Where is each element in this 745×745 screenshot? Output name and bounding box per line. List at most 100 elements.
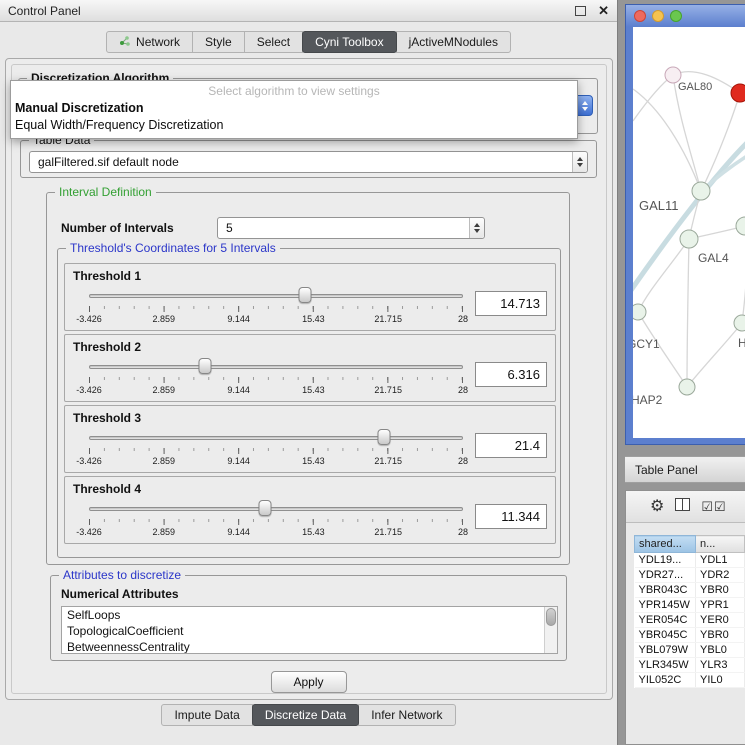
slider-track[interactable] xyxy=(89,507,463,511)
select-all-icon[interactable]: ☑☑ xyxy=(701,499,726,515)
table-cell[interactable]: YDL1 xyxy=(696,553,745,568)
table-cell[interactable]: YLR345W xyxy=(635,658,696,673)
scrollbar-thumb[interactable] xyxy=(546,608,556,626)
network-node[interactable] xyxy=(692,182,710,200)
table-cell[interactable]: YBR0 xyxy=(696,583,745,598)
threshold-2-slider[interactable]: -3.4262.8599.14415.4321.71528 xyxy=(89,357,463,399)
tab-impute-data[interactable]: Impute Data xyxy=(161,704,252,726)
threshold-1-value[interactable]: 14.713 xyxy=(475,291,547,316)
threshold-1-panel: Threshold 1 -3.4262.8599.14415.4321.7152… xyxy=(64,263,556,331)
tab-discretize-data[interactable]: Discretize Data xyxy=(252,704,359,726)
close-traffic-light[interactable] xyxy=(634,10,646,22)
list-item[interactable]: BetweennessCentrality xyxy=(62,639,557,654)
network-canvas[interactable]: GAL80GAL11GAL4GCY1HAP2H xyxy=(633,27,745,438)
table-cell[interactable]: YBL079W xyxy=(635,643,696,658)
combobox-value: 5 xyxy=(218,218,469,238)
network-node[interactable] xyxy=(679,379,695,395)
threshold-4-panel: Threshold 4 -3.4262.8599.14415.4321.7152… xyxy=(64,476,556,544)
table-cell[interactable]: YER0 xyxy=(696,613,745,628)
stepper-icon[interactable] xyxy=(469,218,484,238)
slider-thumb[interactable] xyxy=(258,500,271,516)
network-node[interactable] xyxy=(680,230,698,248)
tab-cyni-toolbox[interactable]: Cyni Toolbox xyxy=(302,31,396,53)
threshold-label: Threshold 1 xyxy=(73,269,141,283)
table-row[interactable]: YLR345WYLR3 xyxy=(635,658,745,673)
table-cell[interactable]: YDL19... xyxy=(635,553,696,568)
threshold-2-panel: Threshold 2 -3.4262.8599.14415.4321.7152… xyxy=(64,334,556,402)
numerical-attributes-label: Numerical Attributes xyxy=(61,587,179,601)
threshold-4-value[interactable]: 11.344 xyxy=(475,504,547,529)
table-row[interactable]: YBR043CYBR0 xyxy=(635,583,745,598)
table-row[interactable]: YIL052CYIL0 xyxy=(635,673,745,688)
tab-style[interactable]: Style xyxy=(192,31,245,53)
slider-thumb[interactable] xyxy=(198,358,211,374)
close-icon[interactable]: ✕ xyxy=(598,4,609,17)
table-cell[interactable]: YLR3 xyxy=(696,658,745,673)
tick-label: 21.715 xyxy=(374,527,402,537)
attributes-list-scrollbar[interactable] xyxy=(544,607,557,653)
threshold-3-value[interactable]: 21.4 xyxy=(475,433,547,458)
float-window-icon[interactable] xyxy=(575,6,586,16)
algorithm-dropdown: Select algorithm to view settings Manual… xyxy=(10,80,578,139)
network-window-titlebar[interactable] xyxy=(626,5,745,27)
table-cell[interactable]: YBR0 xyxy=(696,628,745,643)
slider-thumb[interactable] xyxy=(378,429,391,445)
table-row[interactable]: YER054CYER0 xyxy=(635,613,745,628)
tab-select[interactable]: Select xyxy=(244,31,303,53)
table-cell[interactable]: YPR1 xyxy=(696,598,745,613)
list-item[interactable]: TopologicalCoefficient xyxy=(62,623,557,639)
minimize-traffic-light[interactable] xyxy=(652,10,664,22)
tick-label: 15.43 xyxy=(302,314,325,324)
table-cell[interactable]: YBL0 xyxy=(696,643,745,658)
tick-label: -3.426 xyxy=(76,314,102,324)
dropdown-option[interactable]: Manual Discretization xyxy=(11,100,577,117)
stepper-icon[interactable] xyxy=(572,152,587,172)
dropdown-option[interactable]: Equal Width/Frequency Discretization xyxy=(11,117,577,134)
algorithm-combobox-stepper[interactable] xyxy=(576,95,593,116)
table-data-combobox[interactable]: galFiltered.sif default node xyxy=(29,151,588,173)
table-row[interactable]: YPR145WYPR1 xyxy=(635,598,745,613)
slider-track[interactable] xyxy=(89,436,463,440)
apply-button[interactable]: Apply xyxy=(270,671,346,693)
slider-track[interactable] xyxy=(89,365,463,369)
table-cell[interactable]: YPR145W xyxy=(635,598,696,613)
table-cell[interactable]: YIL052C xyxy=(635,673,696,688)
tick-label: 28 xyxy=(458,456,468,466)
tab-network[interactable]: Network xyxy=(106,31,193,53)
column-header-shared-name[interactable]: shared... xyxy=(635,536,696,553)
gear-icon[interactable]: ⚙ xyxy=(650,499,664,515)
threshold-3-slider[interactable]: -3.4262.8599.14415.4321.71528 xyxy=(89,428,463,470)
table-cell[interactable]: YDR2 xyxy=(696,568,745,583)
threshold-2-value[interactable]: 6.316 xyxy=(475,362,547,387)
table-row[interactable]: YDR27...YDR2 xyxy=(635,568,745,583)
tab-label: jActiveMNodules xyxy=(409,35,498,49)
threshold-4-slider[interactable]: -3.4262.8599.14415.4321.71528 xyxy=(89,499,463,541)
table-panel-header[interactable]: Table Panel xyxy=(625,456,745,483)
algorithm-dropdown-options: Manual DiscretizationEqual Width/Frequen… xyxy=(11,100,577,134)
column-header-name[interactable]: n... xyxy=(696,536,745,553)
threshold-1-slider[interactable]: -3.4262.8599.14415.4321.71528 xyxy=(89,286,463,328)
zoom-traffic-light[interactable] xyxy=(670,10,682,22)
table-cell[interactable]: YIL0 xyxy=(696,673,745,688)
network-node[interactable] xyxy=(731,84,745,102)
network-node[interactable] xyxy=(734,315,745,331)
number-of-intervals-combobox[interactable]: 5 xyxy=(217,217,485,239)
control-panel-titlebar[interactable]: Control Panel ✕ xyxy=(0,0,617,22)
table-row[interactable]: YBR045CYBR0 xyxy=(635,628,745,643)
network-node[interactable] xyxy=(633,304,646,320)
list-item[interactable]: SelfLoops xyxy=(62,607,557,623)
tab-infer-network[interactable]: Infer Network xyxy=(358,704,455,726)
tab-jactivemnodules[interactable]: jActiveMNodules xyxy=(396,31,511,53)
table-row[interactable]: YDL19...YDL1 xyxy=(635,553,745,568)
columns-icon[interactable] xyxy=(675,498,690,516)
slider-thumb[interactable] xyxy=(298,287,311,303)
table-row[interactable]: YBL079WYBL0 xyxy=(635,643,745,658)
slider-track[interactable] xyxy=(89,294,463,298)
table-cell[interactable]: YDR27... xyxy=(635,568,696,583)
table-cell[interactable]: YBR045C xyxy=(635,628,696,643)
table-cell[interactable]: YBR043C xyxy=(635,583,696,598)
slider-ticks xyxy=(89,519,463,525)
table-cell[interactable]: YER054C xyxy=(635,613,696,628)
network-node[interactable] xyxy=(736,217,745,235)
attributes-list[interactable]: SelfLoopsTopologicalCoefficientBetweenne… xyxy=(61,606,558,654)
